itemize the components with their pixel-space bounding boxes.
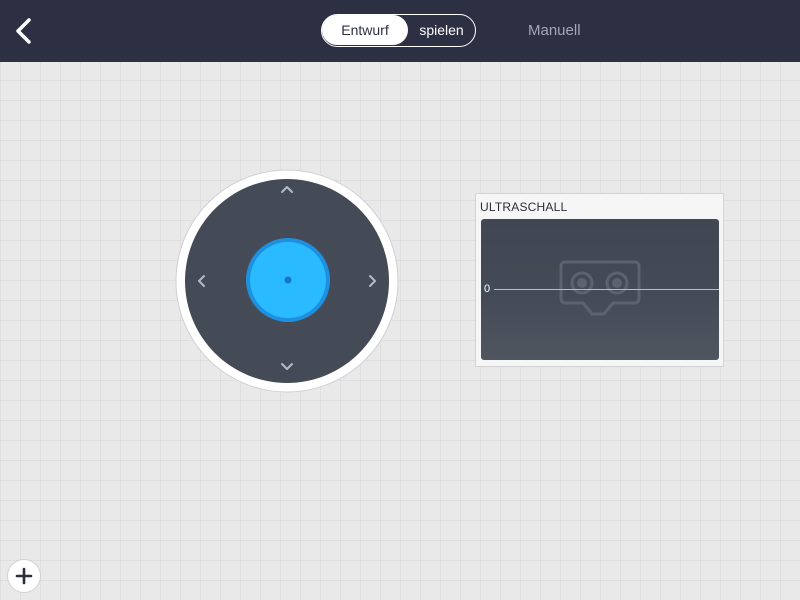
graph-baseline xyxy=(494,289,719,290)
add-widget-button[interactable] xyxy=(7,559,41,593)
sensor-graph: 0 xyxy=(481,219,719,360)
mode-play-option[interactable]: spielen xyxy=(408,15,475,45)
mode-toggle: Entwurf spielen xyxy=(321,14,476,47)
manual-tab[interactable]: Manuell xyxy=(528,22,581,39)
chevron-right-icon xyxy=(369,275,376,287)
chevron-up-icon xyxy=(281,186,293,193)
chevron-left-icon xyxy=(16,18,31,44)
top-bar: Entwurf spielen Manuell xyxy=(0,0,800,62)
graph-zero-label: 0 xyxy=(484,283,491,295)
chevron-left-icon xyxy=(198,275,205,287)
ultrasonic-sensor-widget[interactable]: ULTRASCHALL 0 xyxy=(475,193,724,367)
back-button[interactable] xyxy=(10,14,40,48)
chevron-down-icon xyxy=(281,363,293,370)
mode-design-option[interactable]: Entwurf xyxy=(322,15,408,45)
joystick-control[interactable] xyxy=(175,169,399,393)
joystick-knob[interactable] xyxy=(245,237,331,323)
widget-title: ULTRASCHALL xyxy=(480,200,568,214)
joystick-knob-graphic xyxy=(246,238,330,322)
plus-icon xyxy=(15,567,33,585)
